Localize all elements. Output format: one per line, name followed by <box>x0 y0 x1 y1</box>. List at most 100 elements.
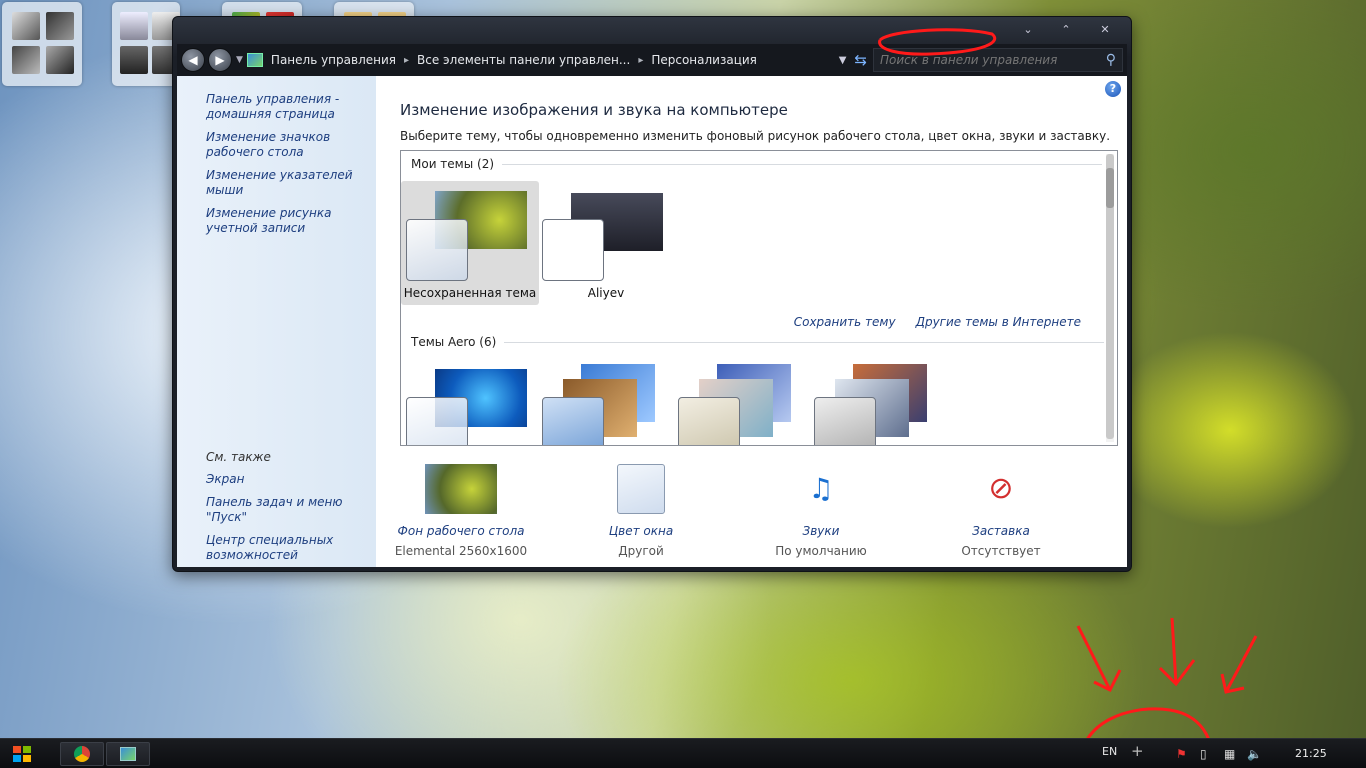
group-divider <box>502 163 1103 165</box>
refresh-icon[interactable]: ⇆ <box>854 51 867 69</box>
desktop-background-icon <box>425 464 497 514</box>
language-indicator[interactable]: EN <box>1102 745 1117 758</box>
desktop-gadget-photos[interactable] <box>2 2 82 86</box>
my-themes-header: Мои темы (2) <box>411 157 1103 171</box>
action-center-flag-icon[interactable]: ⚑ <box>1176 747 1187 761</box>
screensaver-icon: ⊘ <box>988 471 1014 506</box>
theme-aero-architecture[interactable] <box>537 359 675 445</box>
screensaver-value: Отсутствует <box>961 544 1041 558</box>
close-button[interactable]: ✕ <box>1085 20 1125 40</box>
maximize-button[interactable]: ⌃ <box>1047 20 1085 40</box>
breadcrumb-separator-icon[interactable]: ▸ <box>404 55 409 66</box>
volume-icon[interactable]: 🔈 <box>1247 747 1262 761</box>
screensaver-label[interactable]: Заставка <box>916 522 1086 540</box>
window-content: Панель управления - домашняя страница Из… <box>177 76 1127 567</box>
group-divider <box>504 341 1105 343</box>
taskbar-control-panel-button[interactable] <box>106 742 150 766</box>
desktop-background-value: Elemental 2560x1600 <box>394 544 528 558</box>
sidebar-link-taskbar[interactable]: Панель задач и меню "Пуск" <box>206 495 371 525</box>
control-panel-icon <box>246 53 263 67</box>
breadcrumb-all-items[interactable]: Все элементы панели управлен... <box>417 53 630 67</box>
theme-color-swatch <box>678 397 740 445</box>
page-title: Изменение изображения и звука на компьют… <box>400 101 788 119</box>
sounds-item[interactable]: ♫ Звуки По умолчанию <box>736 464 906 562</box>
drive-icon <box>120 12 148 40</box>
sidebar-link-desktop-icons[interactable]: Изменение значков рабочего стола <box>206 130 371 160</box>
forward-button[interactable]: ▶ <box>208 48 232 72</box>
sidebar-link-display[interactable]: Экран <box>206 472 371 487</box>
start-button[interactable] <box>0 739 44 768</box>
desktop-gadget-drives[interactable] <box>112 2 180 86</box>
theme-links: Сохранить тему Другие темы в Интернете <box>794 315 1081 329</box>
window-color-label[interactable]: Цвет окна <box>556 522 726 540</box>
window-color-item[interactable]: Цвет окна Другой <box>556 464 726 562</box>
sounds-value: По умолчанию <box>775 544 867 558</box>
help-icon[interactable]: ? <box>1105 81 1121 97</box>
theme-aero-characters[interactable] <box>673 359 811 445</box>
sidebar-link-account-picture[interactable]: Изменение рисунка учетной записи <box>206 206 371 236</box>
sidebar-link-mouse-pointers[interactable]: Изменение указателей мыши <box>206 168 371 198</box>
themes-list: Мои темы (2) Несохраненная тема Aliyev С… <box>400 150 1118 446</box>
breadcrumb-separator-icon[interactable]: ▸ <box>638 55 643 66</box>
see-also-section: См. также Экран Панель задач и меню "Пус… <box>206 450 371 571</box>
page-description: Выберите тему, чтобы одновременно измени… <box>400 129 1111 143</box>
gadget-photo-thumb <box>12 12 40 40</box>
usb-device-icon[interactable]: ▯ <box>1200 747 1207 761</box>
taskbar-clock[interactable]: 21:25 <box>1295 747 1327 760</box>
aero-themes-header: Темы Aero (6) <box>411 335 1105 349</box>
my-themes-header-label: Мои темы (2) <box>411 157 495 171</box>
theme-unsaved[interactable]: Несохраненная тема <box>401 181 539 305</box>
personalization-window: ⌄ ⌃ ✕ ◀ ▶ ▼ Панель управления ▸ Все элем… <box>172 16 1132 572</box>
taskbar-chrome-button[interactable] <box>60 742 104 766</box>
windows-logo-icon <box>13 746 31 762</box>
search-input[interactable] <box>880 53 1106 67</box>
gadget-photo-thumb <box>46 12 74 40</box>
show-hidden-icons-button[interactable]: + <box>1131 742 1144 760</box>
theme-name: Несохраненная тема <box>403 286 537 300</box>
sidebar: Панель управления - домашняя страница Из… <box>177 76 376 567</box>
screensaver-item[interactable]: ⊘ Заставка Отсутствует <box>916 464 1086 562</box>
theme-aliyev[interactable]: Aliyev <box>537 181 675 305</box>
save-theme-link[interactable]: Сохранить тему <box>794 315 896 329</box>
see-also-title: См. также <box>206 450 271 464</box>
network-icon[interactable]: ▦ <box>1224 747 1235 761</box>
gadget-photo-thumb <box>46 46 74 74</box>
aero-themes-header-label: Темы Aero (6) <box>411 335 497 349</box>
desktop-background-item[interactable]: Фон рабочего стола Elemental 2560x1600 <box>376 464 546 562</box>
window-color-value: Другой <box>618 544 664 558</box>
sounds-icon: ♫ <box>808 472 834 505</box>
breadcrumb-control-panel[interactable]: Панель управления <box>271 53 396 67</box>
taskbar: EN + ⚑ ▯ ▦ 🔈 21:25 <box>0 738 1366 768</box>
search-box[interactable]: ⚲ <box>873 48 1123 72</box>
theme-color-swatch <box>406 397 468 445</box>
sounds-label[interactable]: Звуки <box>736 522 906 540</box>
address-dropdown-icon[interactable]: ▼ <box>839 55 847 66</box>
minimize-button[interactable]: ⌄ <box>1009 20 1047 40</box>
gadget-photo-thumb <box>12 46 40 74</box>
breadcrumb-personalization[interactable]: Персонализация <box>651 53 757 67</box>
navigation-bar: ◀ ▶ ▼ Панель управления ▸ Все элементы п… <box>177 44 1127 76</box>
desktop-background-label[interactable]: Фон рабочего стола <box>376 522 546 540</box>
theme-color-swatch <box>406 219 468 281</box>
sidebar-link-home[interactable]: Панель управления - домашняя страница <box>206 92 371 122</box>
main-panel: ? Изменение изображения и звука на компь… <box>376 76 1127 567</box>
back-button[interactable]: ◀ <box>181 48 205 72</box>
floppy-icon <box>120 46 148 74</box>
theme-color-swatch <box>814 397 876 445</box>
search-icon[interactable]: ⚲ <box>1106 52 1116 68</box>
chrome-icon <box>74 746 90 762</box>
theme-settings-row: Фон рабочего стола Elemental 2560x1600 Ц… <box>395 464 1106 564</box>
window-color-icon <box>617 464 665 514</box>
theme-color-swatch <box>542 219 604 281</box>
recent-pages-dropdown[interactable]: ▼ <box>236 55 243 65</box>
themes-scrollbar-thumb[interactable] <box>1106 154 1114 439</box>
themes-scrollbar[interactable] <box>1106 154 1114 442</box>
caption-buttons: ⌄ ⌃ ✕ <box>1009 20 1125 40</box>
control-panel-icon <box>120 747 136 761</box>
sidebar-link-accessibility[interactable]: Центр специальных возможностей <box>206 533 371 563</box>
theme-name: Aliyev <box>587 286 625 300</box>
theme-aero-landscapes[interactable] <box>809 359 947 445</box>
theme-aero-windows[interactable] <box>401 359 539 445</box>
more-themes-online-link[interactable]: Другие темы в Интернете <box>916 315 1081 329</box>
theme-color-swatch <box>542 397 604 445</box>
